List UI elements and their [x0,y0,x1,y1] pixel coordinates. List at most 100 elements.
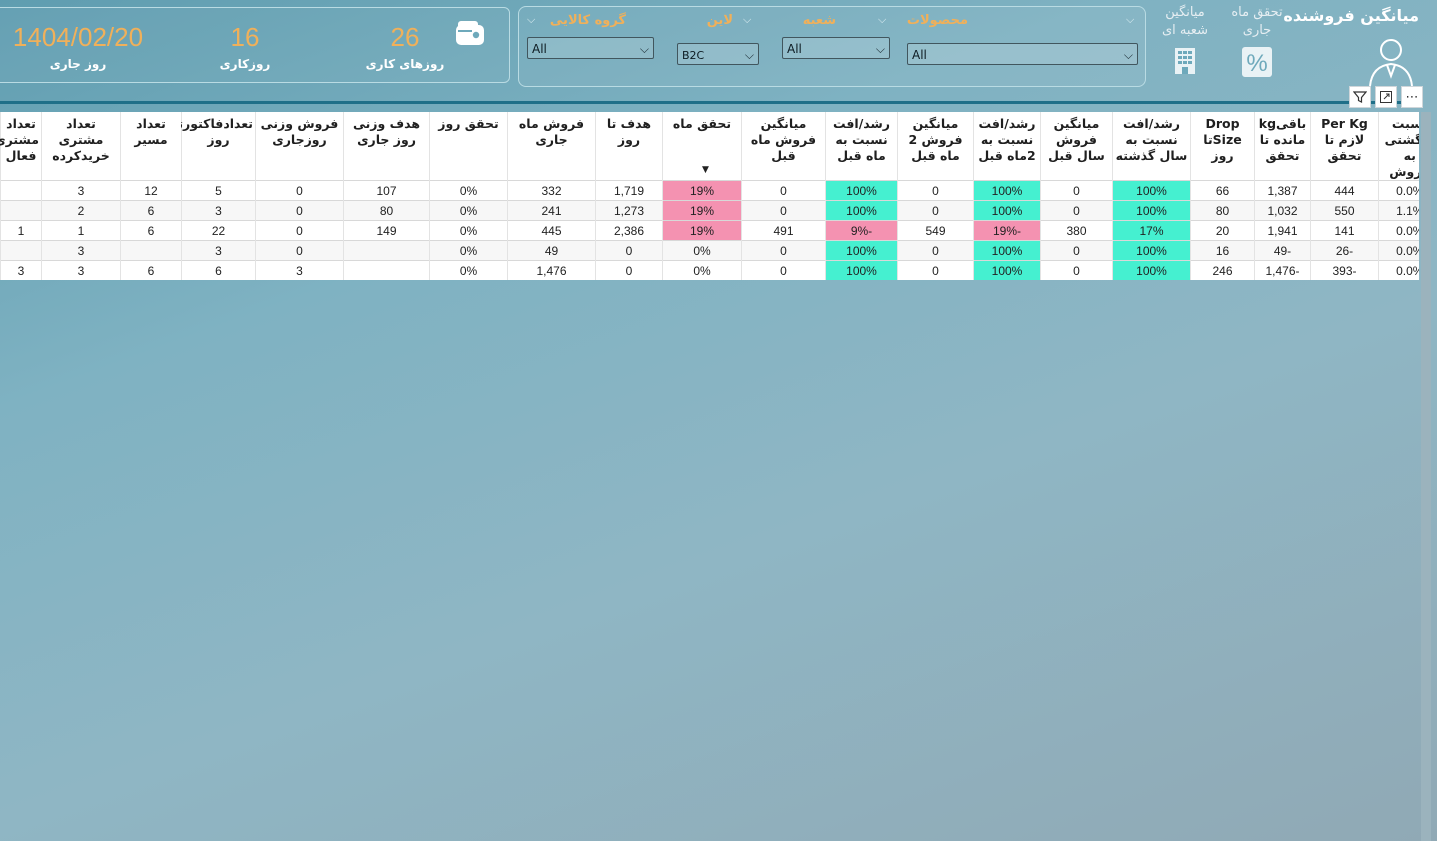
table-cell: 66 [1190,180,1255,201]
table-cell: 0 [595,260,663,280]
table-cell: 100% [973,200,1041,221]
chevron-down-icon: ⌵ [639,42,649,56]
column-header[interactable]: هدف تا روز [595,112,663,181]
chevron-down-icon[interactable]: ⌵ [743,13,751,27]
more-options-icon[interactable]: ⋯ [1401,86,1423,108]
table-cell: 3 [181,200,256,221]
table-cell: 0.0% [1378,220,1419,241]
kpi-working-days: 26 روزهای کاری [357,22,453,72]
column-header[interactable]: فروش ماه جاری [507,112,596,181]
slicer-product-group-title: گروه کالایی [549,13,626,28]
table-cell: 19% [662,220,742,241]
branch-dropdown[interactable]: All ⌵ [782,37,890,59]
line-dropdown[interactable]: B2C ⌵ [677,43,759,65]
table-cell: 1,273 [595,200,663,221]
focus-mode-icon[interactable] [1375,86,1397,108]
product-group-dropdown[interactable]: All ⌵ [527,37,654,59]
table-cell: 0 [255,220,344,241]
table-cell: 100% [1112,260,1191,280]
table-cell: 80 [1190,200,1255,221]
table-cell: 241 [507,200,596,221]
column-header[interactable]: تعداد مسیر [120,112,182,181]
filter-icon[interactable] [1349,86,1371,108]
kpi-current-day-label: روز جاری [49,57,107,71]
table-cell: 0 [255,240,344,261]
table-cell: 2 [41,200,121,221]
table-cell: 491 [741,220,826,241]
vertical-scrollbar[interactable] [1421,112,1431,841]
table-row[interactable]: 0.0%1411,9412017%380-19%549-9%49119%2,38… [0,220,1419,241]
table-cell: 444 [1310,180,1379,201]
table-cell: 332 [507,180,596,201]
column-header[interactable]: رشد/افت نسبت به ماه قبل [825,112,898,181]
table-row[interactable]: 0.0%-393-1,476246100%0100%0100%00%01,476… [0,260,1419,280]
table-cell: 0 [897,200,974,221]
table-cell: -19% [973,220,1041,241]
table-cell: 20 [1190,220,1255,241]
column-header[interactable]: تحقق ماه ▼ [662,112,742,181]
column-header[interactable]: فروش وزنی روزجاری [255,112,344,181]
column-header[interactable]: رشد/افت نسبت به 2ماه قبل [973,112,1041,181]
table-cell: 3 [41,240,121,261]
products-dropdown[interactable]: All ⌵ [907,43,1138,65]
table-cell [0,180,42,201]
column-header[interactable]: میانگین فروش ماه قبل [741,112,826,181]
kpi-current-day: 1404/02/20 روز جاری [5,22,151,72]
table-cell: 19% [662,200,742,221]
column-header[interactable]: تعدادفاکتورتا روز [174,112,256,181]
column-header[interactable]: باقیkg مانده تا تحقق [1254,112,1311,181]
column-header[interactable]: تعداد مشتری خریدکرده [41,112,121,181]
table-cell: 0 [741,240,826,261]
table-cell: 5 [181,180,256,201]
table-cell: 100% [825,180,898,201]
top-bar: 1404/02/20 روز جاری 16 روزکاری 26 روزهای… [0,0,1437,100]
table-cell [120,240,182,261]
table-cell: 550 [1310,200,1379,221]
table-cell: -9% [825,220,898,241]
building-icon [1152,46,1218,82]
column-header[interactable]: Per Kg لازم تا تحقق [1310,112,1379,181]
table-cell: 1,387 [1254,180,1311,201]
column-header[interactable]: تحقق روز [429,112,508,181]
table-cell: 80 [343,200,430,221]
table-cell: 100% [1112,240,1191,261]
table-cell: 6 [120,260,182,280]
table-cell: -49 [1254,240,1311,261]
kpi-workday-value: 16 [230,22,260,52]
table-cell: 0% [429,260,508,280]
nav-monthly-achievement-label: تحقق ماه جاری [1231,5,1283,38]
column-header[interactable]: رشد/افت نسبت به سال گذشته [1112,112,1191,181]
wallet-icon [455,18,485,48]
column-header[interactable]: تعداد مشتری فعال [0,112,42,181]
table-cell [343,260,430,280]
chevron-down-icon[interactable]: ⌵ [878,13,886,27]
table-row[interactable]: 1.1%5501,03280100%0100%0100%019%1,273241… [0,200,1419,221]
table-cell: 3 [0,260,42,280]
nav-branch-average[interactable]: میانگین شعبه ای [1152,4,1218,82]
column-header[interactable]: هدف وزنی روز جاری [343,112,430,181]
kpi-current-day-value: 1404/02/20 [12,22,144,52]
nav-monthly-achievement[interactable]: تحقق ماه جاری % [1224,4,1290,84]
table-cell: 6 [120,220,182,241]
table-cell: 0.0% [1378,260,1419,280]
table-cell: 3 [255,260,344,280]
slicer-line-title: لاین [706,13,733,28]
column-header[interactable]: نسبت برگشتی به فروش [1378,112,1419,181]
table-cell: -393 [1310,260,1379,280]
kpi-workday-label: روزکاری [219,57,271,71]
column-header[interactable]: میانگین فروش سال قبل [1040,112,1113,181]
data-table: نسبت برگشتی به فروشPer Kg لازم تا تحققبا… [0,112,1419,280]
chevron-down-icon[interactable]: ⌵ [1126,13,1134,27]
table-cell: 1,941 [1254,220,1311,241]
table-cell: 0% [429,220,508,241]
column-header[interactable]: Drop Sizeتا روز [1190,112,1255,181]
table-cell: 0 [1040,260,1113,280]
table-row[interactable]: 0.0%4441,38766100%0100%0100%019%1,719332… [0,180,1419,201]
table-cell: 1 [0,220,42,241]
column-header[interactable]: میانگین فروش 2 ماه قبل [897,112,974,181]
line-value: B2C [682,49,705,62]
table-row[interactable]: 0.0%-26-4916100%0100%0100%00%0490%033 [0,240,1419,261]
table-cell: 12 [120,180,182,201]
table-cell: 0 [897,260,974,280]
chevron-down-icon[interactable]: ⌵ [527,13,535,27]
